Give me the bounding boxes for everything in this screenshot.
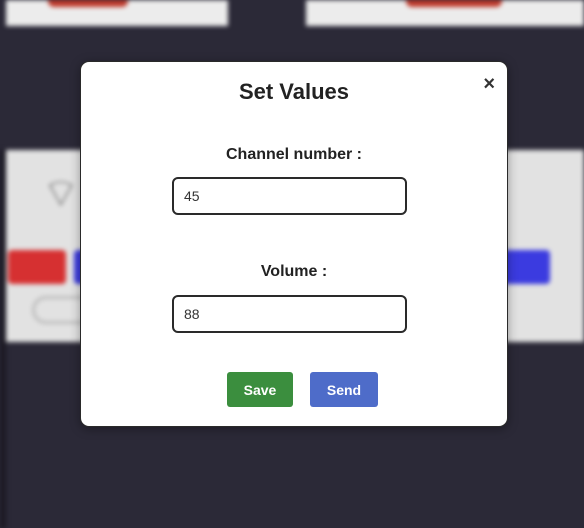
dialog-title: Set Values <box>238 79 350 104</box>
channel-number-input[interactable] <box>172 177 407 215</box>
save-button[interactable]: Save <box>227 372 293 407</box>
wifi-icon: ⌔ <box>42 172 80 216</box>
volume-input[interactable] <box>172 295 407 333</box>
volume-label: Volume : <box>260 263 328 280</box>
set-values-dialog: Set Values × Channel number : Volume : S… <box>80 61 508 427</box>
channel-number-label: Channel number : <box>225 146 362 163</box>
background-button <box>48 0 128 7</box>
background-button <box>8 250 66 284</box>
background-button <box>406 0 502 7</box>
send-button[interactable]: Send <box>310 372 378 407</box>
background-edge <box>0 150 6 528</box>
close-icon[interactable]: × <box>483 74 495 94</box>
